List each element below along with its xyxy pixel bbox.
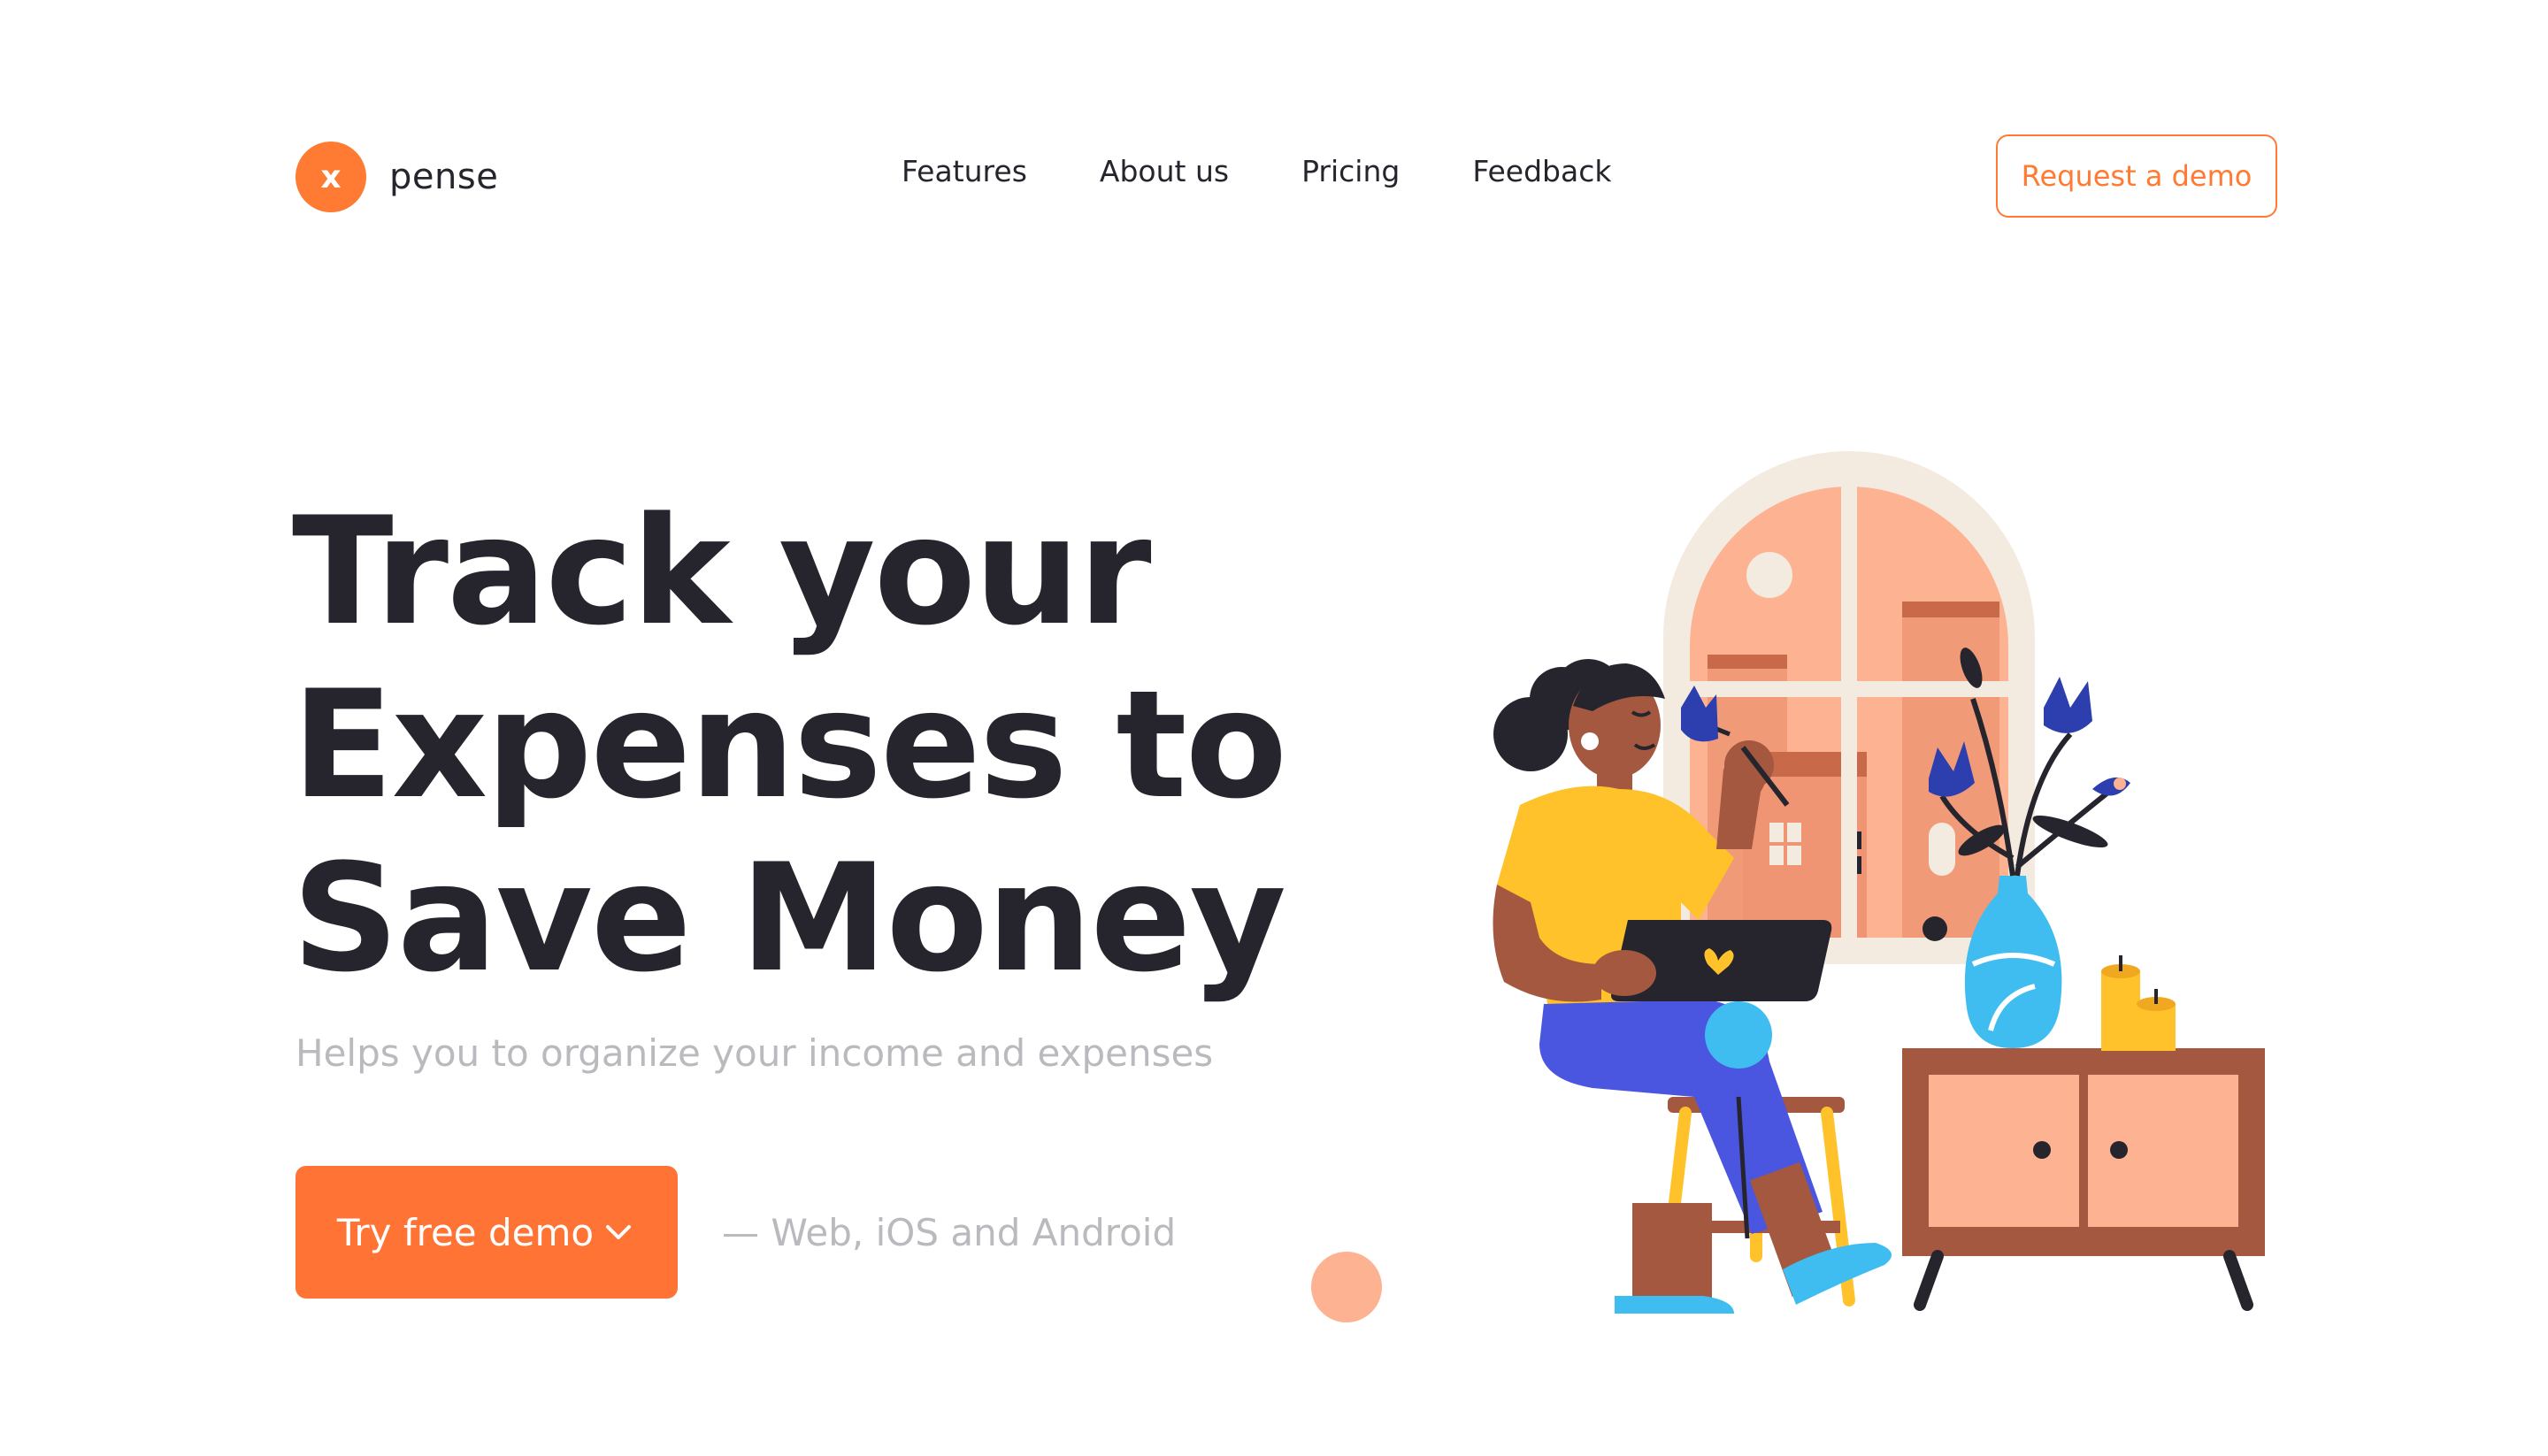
request-demo-button[interactable]: Request a demo	[1996, 134, 2277, 218]
hero-title-line-3: Save Money	[292, 831, 1286, 1005]
nav-link-feedback[interactable]: Feedback	[1472, 154, 1611, 188]
hero-title-line-1: Track your	[292, 485, 1152, 658]
logo-mark-icon: x	[295, 142, 366, 212]
decorative-dot	[1311, 1252, 1382, 1322]
hero-subtitle: Helps you to organize your income and ex…	[295, 1031, 1214, 1075]
nav-link-features[interactable]: Features	[902, 154, 1027, 188]
hero-title: Track your Expenses to Save Money	[292, 485, 1287, 1005]
cta-row: Try free demo — Web, iOS and Android	[295, 1166, 1176, 1299]
nav-link-pricing[interactable]: Pricing	[1301, 154, 1400, 188]
try-free-demo-label: Try free demo	[336, 1210, 595, 1254]
chevron-down-icon	[606, 1225, 632, 1239]
window-illustration	[1663, 451, 2035, 964]
cabinet-illustration	[1902, 1048, 2265, 1311]
logo-text: pense	[389, 157, 499, 197]
woman-with-laptop-illustration	[1311, 451, 2265, 1322]
candles-illustration	[2101, 955, 2176, 1051]
main-nav: Features About us Pricing Feedback	[902, 154, 1611, 188]
try-free-demo-button[interactable]: Try free demo	[295, 1166, 678, 1299]
nav-link-about-us[interactable]: About us	[1100, 154, 1229, 188]
site-header: x pense Features About us Pricing Feedba…	[295, 134, 2277, 219]
brand-logo[interactable]: x pense	[295, 142, 498, 212]
hero-title-line-2: Expenses to	[292, 658, 1287, 831]
platforms-note: — Web, iOS and Android	[722, 1210, 1177, 1254]
